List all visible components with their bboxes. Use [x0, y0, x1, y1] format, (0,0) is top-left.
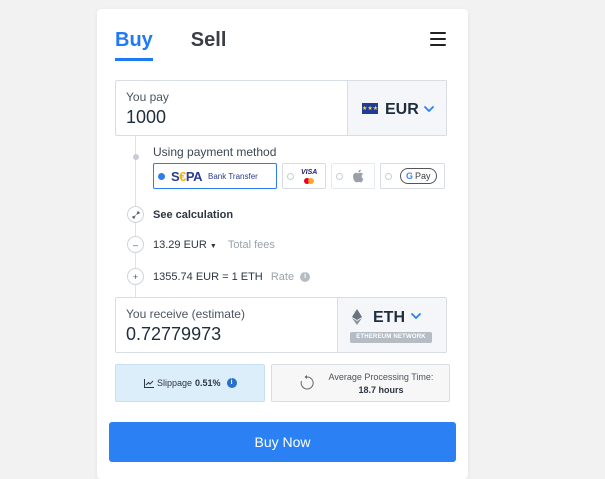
payment-option-google-pay[interactable]: G Pay	[380, 163, 445, 189]
radio-icon	[336, 172, 343, 180]
apple-icon	[353, 169, 364, 183]
receive-label: You receive (estimate)	[126, 307, 245, 321]
plus-icon: +	[127, 268, 144, 285]
processing-value: 18.7 hours	[358, 385, 404, 395]
expand-arrows-icon[interactable]	[127, 206, 144, 223]
slippage-value: 0.51%	[195, 378, 221, 388]
receive-amount: 0.72779973	[126, 324, 222, 344]
receive-amount-box: You receive (estimate) 0.72779973 ETH ET…	[115, 297, 447, 353]
minus-icon: –	[127, 236, 144, 253]
refresh-clock-icon	[300, 375, 314, 390]
info-icon[interactable]: i	[300, 272, 311, 283]
chart-trend-icon	[144, 378, 154, 388]
google-pay-text: Pay	[415, 171, 431, 181]
network-badge: ETHEREUM NETWORK	[350, 332, 432, 343]
payment-option-apple-pay[interactable]	[331, 163, 375, 189]
hamburger-menu-icon[interactable]	[430, 32, 446, 46]
visa-mastercard-icon: VISA	[301, 169, 317, 184]
fees-row: 13.29 EUR ▼ Total fees	[153, 239, 275, 251]
widget-card: Buy Sell You pay 1000 ★★★ EUR Using paym…	[97, 9, 468, 479]
tab-buy[interactable]: Buy	[115, 29, 153, 61]
processing-time-text: Average Processing Time: 18.7 hours	[316, 371, 446, 397]
chevron-down-icon	[411, 313, 421, 319]
receive-currency-selector[interactable]: ETH ETHEREUM NETWORK	[337, 298, 446, 352]
receive-currency-code: ETH	[373, 309, 405, 326]
tab-bar: Buy Sell	[115, 29, 226, 61]
see-calculation-link[interactable]: See calculation	[153, 209, 233, 221]
payment-method-options: S€PA Bank Transfer VISA G Pay	[153, 163, 445, 189]
slippage-label: Slippage	[157, 378, 193, 388]
pay-amount-box: You pay 1000 ★★★ EUR	[115, 80, 447, 136]
sepa-logo: S€PA	[171, 168, 203, 184]
radio-icon	[385, 172, 392, 180]
rate-value: 1355.74 EUR = 1 ETH	[153, 271, 263, 283]
sepa-text: Bank Transfer	[208, 171, 258, 181]
slippage-box[interactable]: Slippage 0.51% i	[115, 364, 265, 402]
fees-label: Total fees	[227, 239, 275, 251]
caret-down-icon[interactable]: ▼	[210, 243, 217, 250]
eu-flag-icon: ★★★	[362, 103, 378, 114]
payment-option-sepa[interactable]: S€PA Bank Transfer	[153, 163, 277, 189]
visa-text: VISA	[301, 168, 318, 176]
rate-row: 1355.74 EUR = 1 ETH Rate i	[153, 271, 311, 283]
google-g-text: G	[406, 171, 414, 181]
timeline-dot	[133, 154, 139, 160]
chevron-down-icon	[424, 106, 434, 112]
pay-currency-selector[interactable]: ★★★ EUR	[347, 81, 446, 135]
pay-currency-code: EUR	[385, 101, 419, 118]
ethereum-icon	[352, 309, 362, 325]
payment-option-card[interactable]: VISA	[282, 163, 326, 189]
google-pay-icon: G Pay	[400, 168, 437, 184]
pay-amount-input[interactable]: 1000	[126, 107, 166, 128]
fees-amount[interactable]: 13.29 EUR	[153, 239, 207, 251]
info-icon[interactable]: i	[226, 378, 237, 388]
radio-icon	[287, 172, 294, 180]
rate-label: Rate	[270, 271, 295, 283]
processing-time-box: Average Processing Time: 18.7 hours	[271, 364, 450, 402]
tab-sell[interactable]: Sell	[191, 29, 227, 61]
payment-method-label: Using payment method	[153, 145, 277, 159]
pay-label: You pay	[126, 90, 169, 104]
buy-now-button[interactable]: Buy Now	[109, 422, 456, 462]
radio-selected-icon	[158, 172, 165, 180]
processing-label: Average Processing Time:	[328, 372, 434, 382]
